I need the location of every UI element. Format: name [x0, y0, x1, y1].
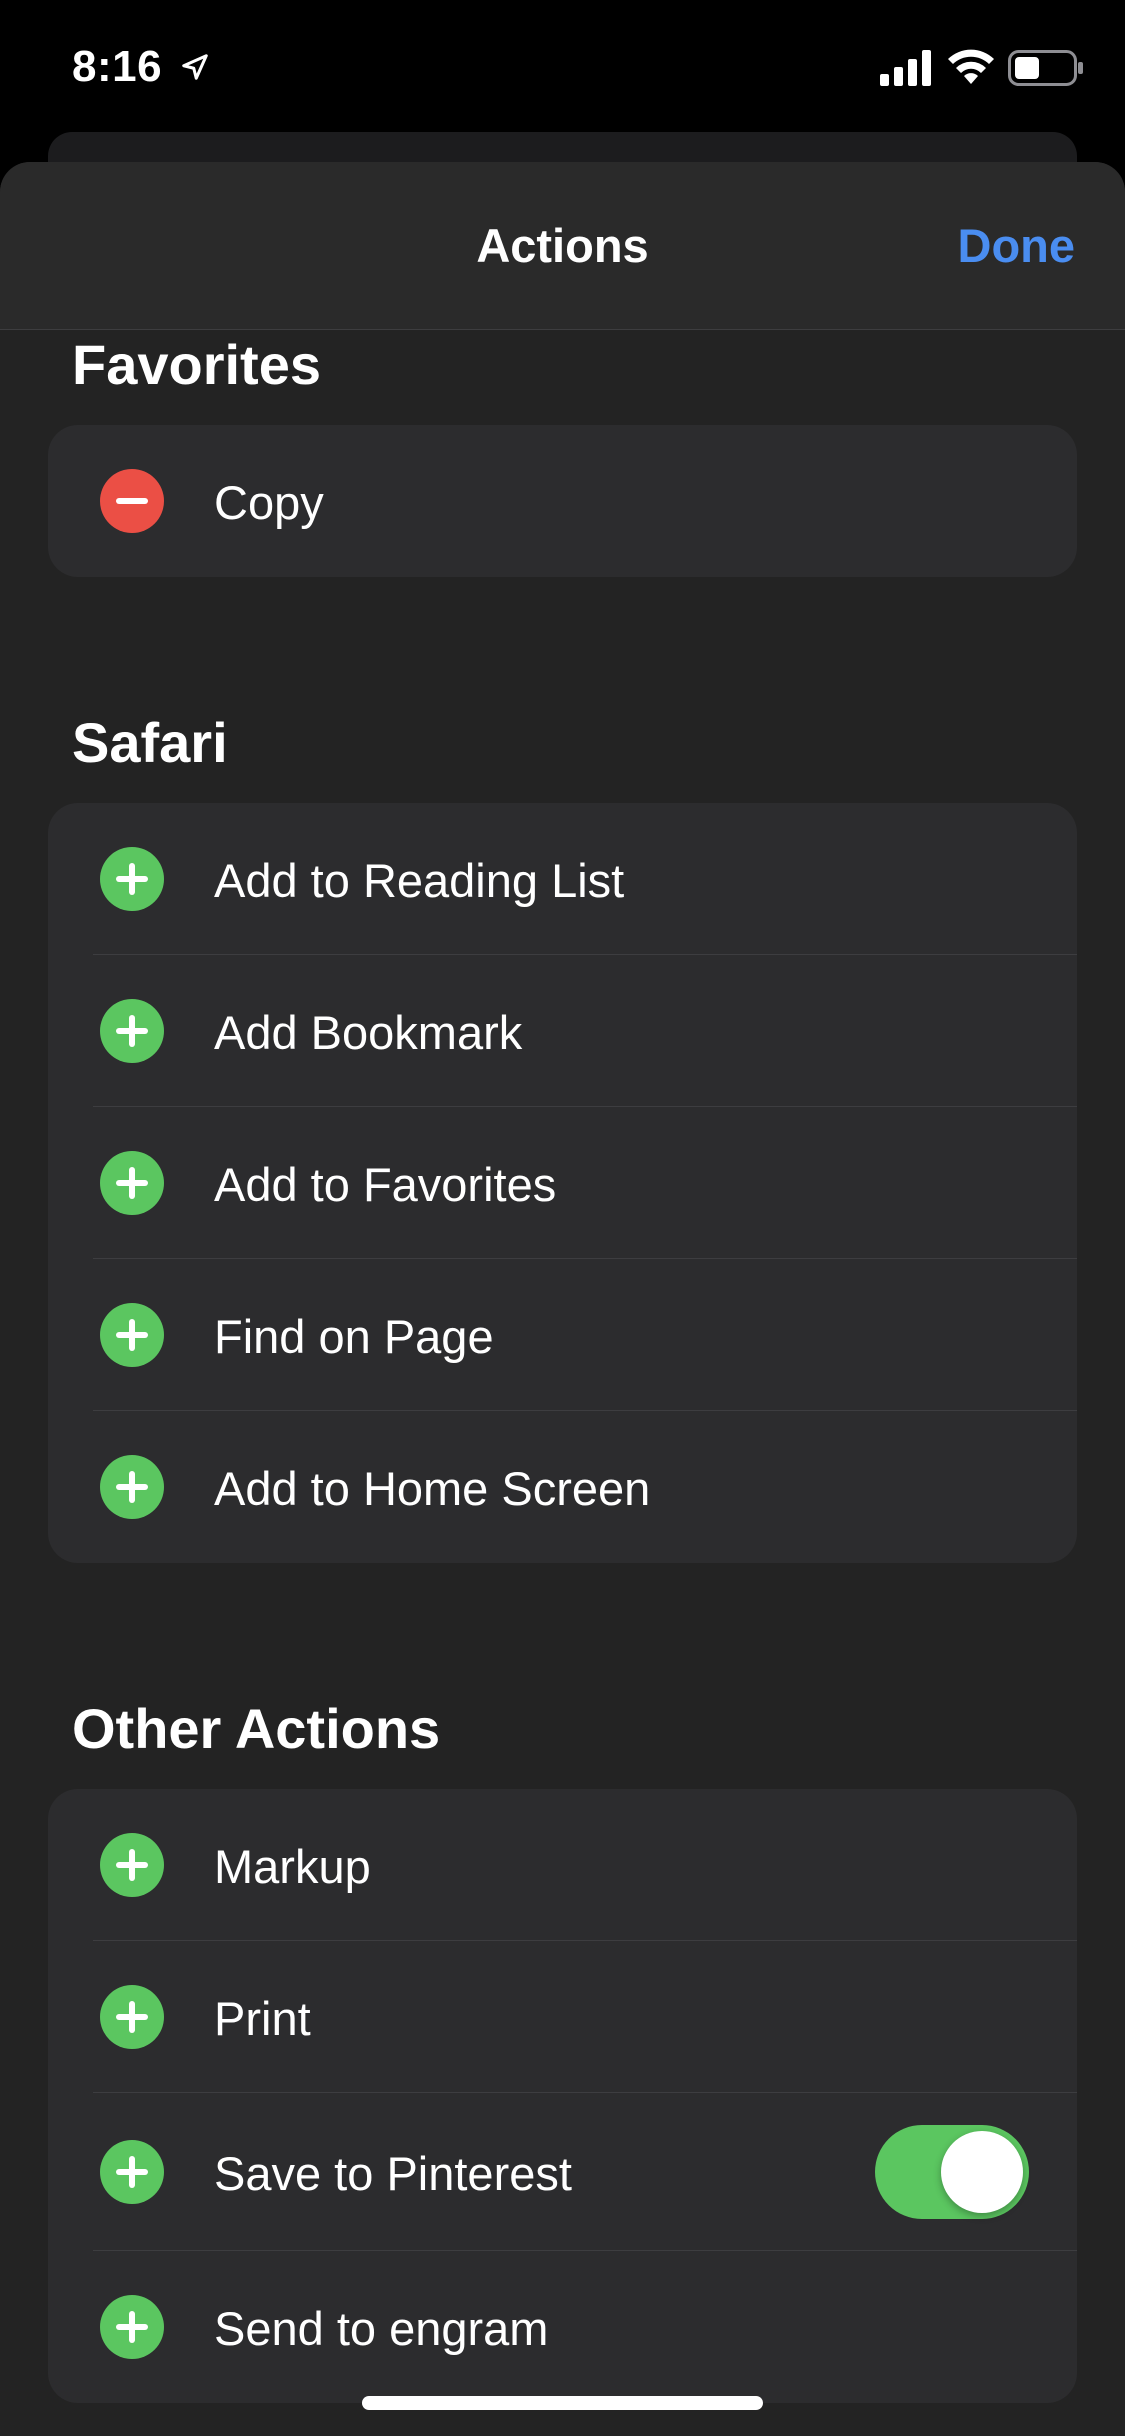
list-item-label: Print — [214, 1992, 311, 2045]
done-button[interactable]: Done — [958, 218, 1076, 273]
list-item-save-to-pinterest[interactable]: Save to Pinterest — [48, 2093, 1077, 2251]
list-item-markup[interactable]: Markup — [48, 1789, 1077, 1941]
list-item-find-on-page[interactable]: Find on Page — [48, 1259, 1077, 1411]
list-item-add-bookmark[interactable]: Add Bookmark — [48, 955, 1077, 1107]
status-bar: 8:16 — [0, 0, 1125, 135]
add-button[interactable] — [100, 1985, 164, 2049]
status-time: 8:16 — [72, 42, 163, 91]
safari-group: Add to Reading List Add Bookmark Add to … — [48, 803, 1077, 1563]
battery-icon — [1008, 50, 1083, 86]
cellular-signal-icon — [880, 50, 931, 86]
toggle-knob — [941, 2131, 1023, 2213]
navigation-bar: Actions Done — [0, 162, 1125, 330]
section-title-safari: Safari — [72, 711, 228, 774]
wifi-icon — [948, 49, 994, 84]
remove-button[interactable] — [100, 469, 164, 533]
list-item-label: Add to Favorites — [214, 1158, 557, 1211]
list-item-add-to-home-screen[interactable]: Add to Home Screen — [48, 1411, 1077, 1563]
add-button[interactable] — [100, 2295, 164, 2359]
list-item-copy[interactable]: Copy — [48, 425, 1077, 577]
home-indicator — [362, 2396, 763, 2410]
add-button[interactable] — [100, 847, 164, 911]
list-item-label: Add Bookmark — [214, 1006, 523, 1059]
add-button[interactable] — [100, 1833, 164, 1897]
screen: 8:16 Actions Done Favorites Copy Safari … — [0, 0, 1125, 2436]
list-item-label: Save to Pinterest — [214, 2147, 572, 2200]
add-button[interactable] — [100, 1455, 164, 1519]
list-item-add-to-favorites[interactable]: Add to Favorites — [48, 1107, 1077, 1259]
add-button[interactable] — [100, 999, 164, 1063]
list-item-label: Copy — [214, 476, 324, 529]
add-button[interactable] — [100, 1303, 164, 1367]
list-item-label: Send to engram — [214, 2302, 549, 2355]
add-button[interactable] — [100, 2140, 164, 2204]
list-item-label: Add to Reading List — [214, 854, 625, 907]
list-item-print[interactable]: Print — [48, 1941, 1077, 2093]
list-item-send-to-engram[interactable]: Send to engram — [48, 2251, 1077, 2403]
list-item-label: Markup — [214, 1840, 371, 1893]
section-title-favorites: Favorites — [72, 333, 321, 396]
list-item-label: Add to Home Screen — [214, 1462, 651, 1515]
section-title-other-actions: Other Actions — [72, 1697, 441, 1760]
list-item-label: Find on Page — [214, 1310, 494, 1363]
list-item-add-to-reading-list[interactable]: Add to Reading List — [48, 803, 1077, 955]
actions-sheet: Actions Done Favorites Copy Safari Add t… — [0, 162, 1125, 2436]
location-arrow-icon — [182, 54, 208, 80]
other-actions-group: Markup Print Save to Pinterest Send to e… — [48, 1789, 1077, 2403]
sheet-title: Actions — [476, 219, 649, 272]
favorites-group: Copy — [48, 425, 1077, 577]
save-to-pinterest-toggle[interactable] — [875, 2125, 1029, 2219]
add-button[interactable] — [100, 1151, 164, 1215]
